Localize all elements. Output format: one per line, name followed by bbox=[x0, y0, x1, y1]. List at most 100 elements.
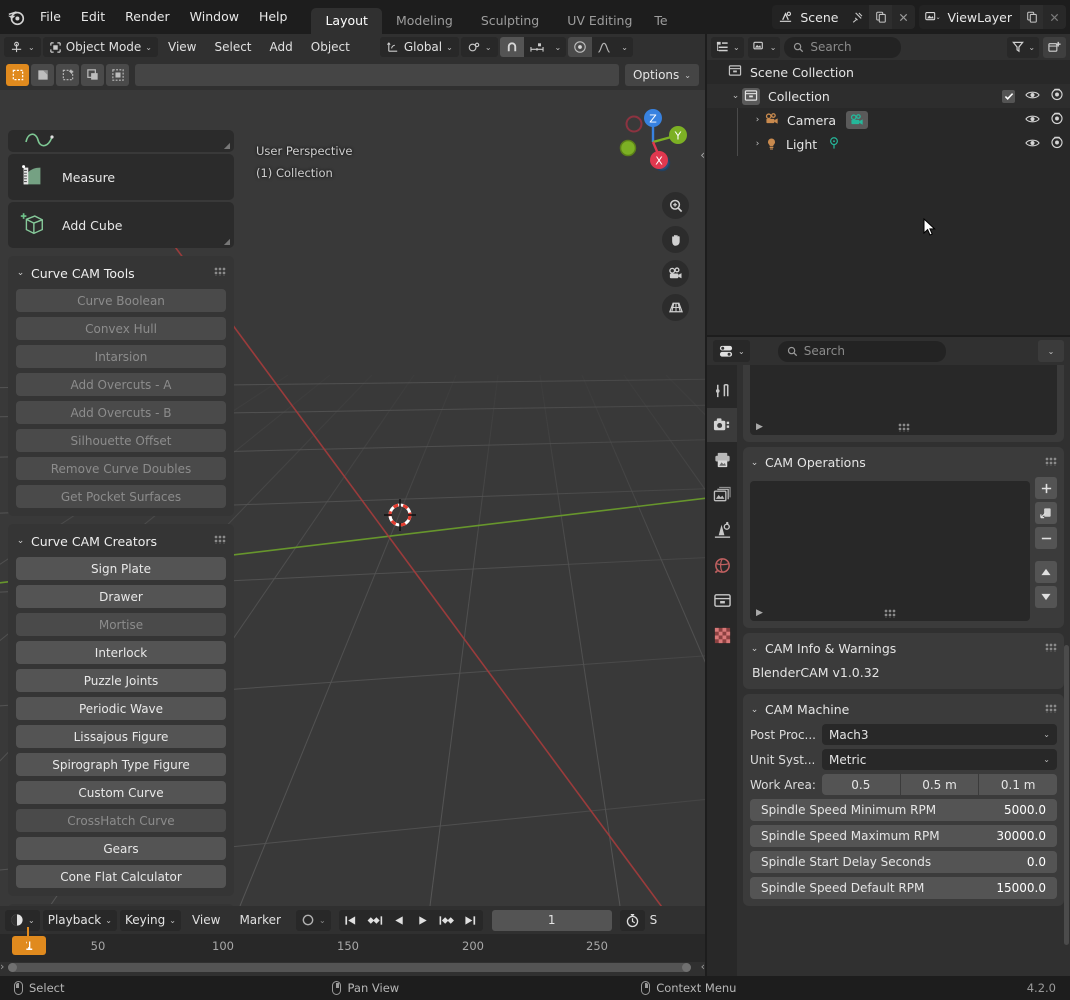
panel-header-import-gcode[interactable]: › Import G-code bbox=[8, 904, 234, 906]
object-mode-dropdown[interactable]: Object Mode ⌄ bbox=[42, 37, 158, 57]
button-drawer[interactable]: Drawer bbox=[16, 585, 226, 608]
tab-layout[interactable]: Layout bbox=[311, 8, 382, 34]
timeline-right-arrow-icon[interactable]: ‹ bbox=[701, 960, 705, 973]
button-get-pocket-surfaces[interactable]: Get Pocket Surfaces bbox=[16, 485, 226, 508]
tab-output[interactable] bbox=[707, 443, 737, 477]
select-extend-button[interactable] bbox=[106, 64, 129, 86]
select-lasso-button[interactable] bbox=[81, 64, 104, 86]
close-viewlayer-icon[interactable] bbox=[1043, 5, 1066, 29]
timeline-left-arrow-icon[interactable]: › bbox=[0, 960, 4, 973]
options-button[interactable]: Options ⌄ bbox=[624, 64, 699, 86]
tab-world[interactable] bbox=[707, 548, 737, 582]
snap-chevron-icon[interactable]: ⌄ bbox=[550, 37, 567, 57]
menu-help[interactable]: Help bbox=[249, 6, 298, 28]
scrollbar-right-handle[interactable] bbox=[682, 963, 691, 972]
outliner-search-input[interactable]: Search bbox=[784, 36, 901, 58]
blender-logo-icon[interactable] bbox=[0, 0, 30, 34]
viewport-menu-view[interactable]: View bbox=[160, 37, 204, 57]
viewport-menu-add[interactable]: Add bbox=[262, 37, 301, 57]
camera-data-icon[interactable] bbox=[846, 111, 869, 129]
menu-edit[interactable]: Edit bbox=[71, 6, 115, 28]
prev-keyframe-icon[interactable] bbox=[363, 910, 387, 931]
field-spindle-start-delay[interactable]: Spindle Start Delay Seconds 0.0 bbox=[750, 851, 1057, 873]
eye-icon[interactable] bbox=[1025, 89, 1040, 104]
properties-editor-icon[interactable]: ⌄ bbox=[713, 340, 750, 362]
panel-header-cam-info[interactable]: ⌄ CAM Info & Warnings bbox=[750, 638, 1057, 659]
timeline-menu-marker[interactable]: Marker bbox=[231, 913, 288, 927]
pivot-point-dropdown[interactable]: ⌄ bbox=[460, 37, 498, 57]
pin-icon[interactable] bbox=[846, 5, 869, 29]
camera-render-icon[interactable] bbox=[1050, 88, 1064, 104]
viewport-canvas[interactable]: User Perspective (1) Collection Z Y X ‹ … bbox=[0, 90, 705, 906]
select-box-button[interactable] bbox=[6, 64, 29, 86]
id-type-filter-icon[interactable]: ⌄ bbox=[747, 36, 781, 58]
grip-dots-cam-info-icon[interactable] bbox=[1045, 643, 1057, 652]
properties-expand-button[interactable]: ⌄ bbox=[1038, 340, 1064, 362]
work-area-z-field[interactable]: 0.1 m bbox=[979, 774, 1058, 795]
pan-hand-icon[interactable] bbox=[662, 226, 689, 253]
tab-render[interactable] bbox=[707, 408, 737, 442]
navigation-gizmo[interactable]: Z Y X bbox=[613, 98, 693, 178]
playhead[interactable]: 1 bbox=[12, 936, 46, 955]
button-remove-curve-doubles[interactable]: Remove Curve Doubles bbox=[16, 457, 226, 480]
dropdown-unit-system[interactable]: Metric ⌄ bbox=[822, 749, 1057, 770]
snap-magnet-icon[interactable] bbox=[499, 37, 524, 57]
timeline-truncated-label[interactable]: S bbox=[648, 913, 660, 927]
button-convex-hull[interactable]: Convex Hull bbox=[16, 317, 226, 340]
work-area-x-field[interactable]: 0.5 bbox=[822, 774, 900, 795]
field-spindle-speed-maximum[interactable]: Spindle Speed Maximum RPM 30000.0 bbox=[750, 825, 1057, 847]
toggle-perspective-icon[interactable] bbox=[662, 294, 689, 321]
eye-icon-camera[interactable] bbox=[1025, 113, 1040, 128]
button-periodic-wave[interactable]: Periodic Wave bbox=[16, 697, 226, 720]
tab-modeling[interactable]: Modeling bbox=[382, 8, 467, 34]
new-viewlayer-icon[interactable] bbox=[1020, 5, 1043, 29]
button-crosshatch-curve[interactable]: CrossHatch Curve bbox=[16, 809, 226, 832]
tab-viewlayer[interactable] bbox=[707, 478, 737, 512]
button-mortise[interactable]: Mortise bbox=[16, 613, 226, 636]
plus-icon[interactable] bbox=[1035, 477, 1057, 499]
top-list-box[interactable]: ▶ bbox=[750, 365, 1057, 435]
tool-settings-field[interactable] bbox=[135, 64, 619, 86]
resize-grip-icon[interactable]: ◢ bbox=[224, 141, 230, 150]
timeline-editor-icon[interactable]: ⌄ bbox=[5, 909, 40, 931]
cam-operations-list[interactable]: ▶ bbox=[750, 481, 1030, 621]
select-tweak-button[interactable] bbox=[31, 64, 54, 86]
minus-icon[interactable] bbox=[1035, 527, 1057, 549]
tab-texture[interactable] bbox=[707, 618, 737, 652]
viewport-menu-object[interactable]: Object bbox=[303, 37, 358, 57]
scene-name[interactable]: Scene bbox=[798, 10, 846, 25]
expand-triangle-icon[interactable]: ⌄ bbox=[729, 91, 742, 101]
zoom-icon[interactable] bbox=[662, 192, 689, 219]
jump-end-icon[interactable] bbox=[459, 910, 483, 931]
falloff-curve-icon[interactable] bbox=[592, 37, 616, 57]
panel-header-curve-cam-creators[interactable]: ⌄ Curve CAM Creators bbox=[16, 530, 226, 552]
viewport-menu-select[interactable]: Select bbox=[206, 37, 259, 57]
button-interlock[interactable]: Interlock bbox=[16, 641, 226, 664]
button-add-overcuts-b[interactable]: Add Overcuts - B bbox=[16, 401, 226, 424]
tab-sculpting[interactable]: Sculpting bbox=[467, 8, 553, 34]
timeline-menu-playback[interactable]: Playback ⌄ bbox=[42, 909, 117, 931]
button-silhouette-offset[interactable]: Silhouette Offset bbox=[16, 429, 226, 452]
auto-keying-icon[interactable]: ⌄ bbox=[295, 909, 331, 931]
snap-increment-icon[interactable] bbox=[524, 37, 550, 57]
timeline-menu-keying[interactable]: Keying ⌄ bbox=[119, 909, 181, 931]
falloff-chevron-icon[interactable]: ⌄ bbox=[616, 37, 633, 57]
button-spirograph-type-figure[interactable]: Spirograph Type Figure bbox=[16, 753, 226, 776]
select-circle-button[interactable] bbox=[56, 64, 79, 86]
properties-scrollbar[interactable] bbox=[1064, 645, 1069, 945]
camera-view-icon[interactable] bbox=[662, 260, 689, 287]
collection-checkbox[interactable] bbox=[1002, 89, 1015, 103]
dropdown-post-processor[interactable]: Mach3 ⌄ bbox=[822, 724, 1057, 745]
tab-collection-props[interactable] bbox=[707, 583, 737, 617]
field-spindle-speed-default[interactable]: Spindle Speed Default RPM 15000.0 bbox=[750, 877, 1057, 899]
duplicate-icon[interactable] bbox=[1035, 502, 1057, 524]
outliner-row-collection[interactable]: ⌄ Collection bbox=[707, 84, 1070, 108]
light-data-icon[interactable] bbox=[827, 136, 841, 153]
button-sign-plate[interactable]: Sign Plate bbox=[16, 557, 226, 580]
transform-orientation-dropdown[interactable]: Global ⌄ bbox=[379, 37, 459, 57]
menu-window[interactable]: Window bbox=[180, 6, 249, 28]
tab-uv-editing[interactable]: UV Editing bbox=[553, 8, 646, 34]
jump-start-icon[interactable] bbox=[339, 910, 363, 931]
panel-header-curve-cam-tools[interactable]: ⌄ Curve CAM Tools bbox=[16, 262, 226, 284]
panel-header-cam-machine[interactable]: ⌄ CAM Machine bbox=[750, 699, 1057, 720]
